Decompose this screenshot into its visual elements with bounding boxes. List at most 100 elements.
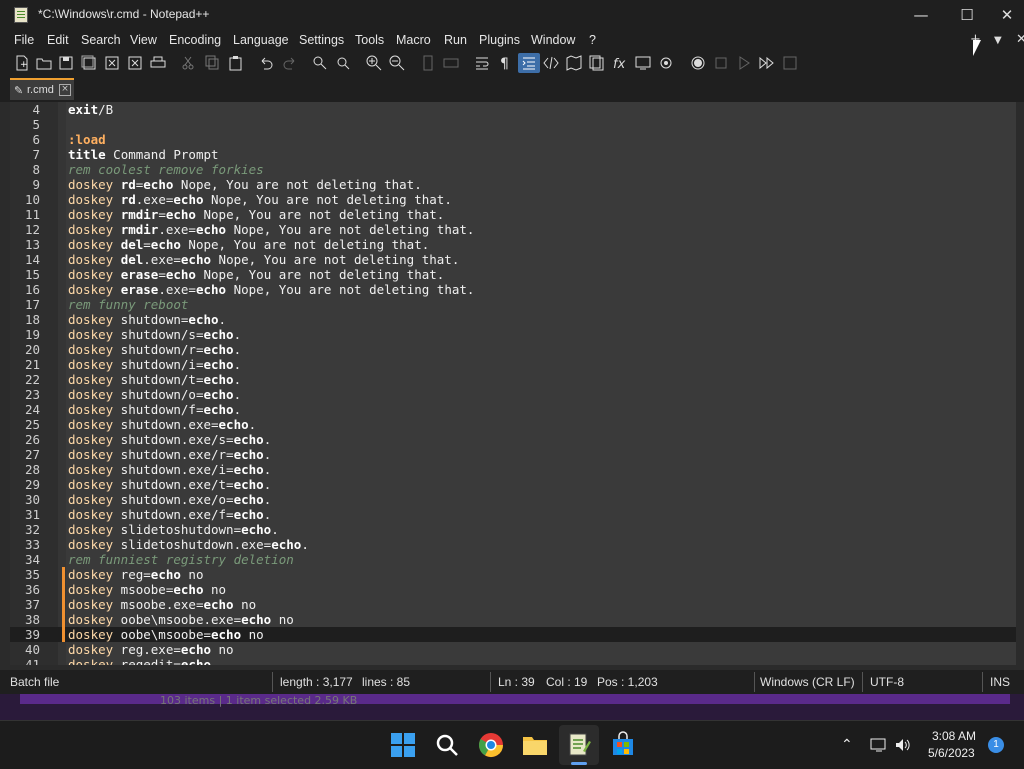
tab-list-dropdown-icon[interactable]: ▼: [994, 35, 1002, 46]
document-list-icon[interactable]: [589, 55, 605, 71]
clock-time[interactable]: 3:08 AM: [932, 729, 976, 743]
sync-vertical-icon[interactable]: [420, 55, 436, 71]
clock-date[interactable]: 5/6/2023: [928, 746, 975, 760]
code-line[interactable]: 17 rem funny reboot: [10, 297, 1016, 312]
cut-icon[interactable]: [180, 55, 196, 71]
line-code[interactable]: doskey shutdown/s=echo.: [68, 327, 241, 342]
line-code[interactable]: rem coolest remove forkies: [68, 162, 264, 177]
close-all-icon[interactable]: [127, 55, 143, 71]
line-code[interactable]: doskey shutdown/f=echo.: [68, 402, 241, 417]
line-code[interactable]: doskey shutdown.exe=echo.: [68, 417, 256, 432]
maximize-button[interactable]: ☐: [944, 0, 990, 30]
editor-area[interactable]: 4 exit/B 5 6:load 7 title Command Prompt 8 rem …: [10, 102, 1016, 665]
code-line[interactable]: 4 exit/B: [10, 102, 1016, 117]
line-code[interactable]: doskey rmdir.exe=echo Nope, You are not …: [68, 222, 474, 237]
line-code[interactable]: doskey shutdown.exe/t=echo.: [68, 477, 271, 492]
code-line[interactable]: 38 doskey oobe\msoobe.exe=echo no: [10, 612, 1016, 627]
code-line[interactable]: 20 doskey shutdown/r=echo.: [10, 342, 1016, 357]
code-line[interactable]: 10 doskey rd.exe=echo Nope, You are not d…: [10, 192, 1016, 207]
menu-language[interactable]: Language: [233, 33, 289, 47]
notepadpp-taskbar-button[interactable]: [559, 725, 599, 765]
xml-tag-icon[interactable]: [543, 55, 559, 71]
sync-horizontal-icon[interactable]: [443, 55, 459, 71]
code-line[interactable]: 35 doskey reg=echo no: [10, 567, 1016, 582]
line-code[interactable]: doskey oobe\msoobe.exe=echo no: [68, 612, 294, 627]
line-code[interactable]: doskey erase=echo Nope, You are not dele…: [68, 267, 444, 282]
redo-icon[interactable]: [282, 55, 298, 71]
run-macro-multiple-icon[interactable]: [759, 55, 775, 71]
code-line[interactable]: 28 doskey shutdown.exe/i=echo.: [10, 462, 1016, 477]
line-code[interactable]: doskey del.exe=echo Nope, You are not de…: [68, 252, 459, 267]
menu-search[interactable]: Search: [81, 33, 121, 47]
tab-r-cmd[interactable]: ✎ r.cmd ×: [10, 78, 74, 100]
zoom-out-icon[interactable]: [389, 55, 405, 71]
menu-help[interactable]: ?: [589, 33, 596, 47]
menu-tools[interactable]: Tools: [355, 33, 384, 47]
close-doc-icon[interactable]: ✕: [1016, 32, 1024, 47]
line-code[interactable]: doskey del=echo Nope, You are not deleti…: [68, 237, 429, 252]
code-line[interactable]: 40 doskey reg.exe=echo no: [10, 642, 1016, 657]
word-wrap-icon[interactable]: [474, 55, 490, 71]
code-line[interactable]: 22 doskey shutdown/t=echo.: [10, 372, 1016, 387]
show-all-characters-icon[interactable]: ¶: [497, 55, 513, 71]
code-lines[interactable]: 4 exit/B 5 6:load 7 title Command Prompt 8 rem …: [10, 102, 1016, 665]
menu-run[interactable]: Run: [444, 33, 467, 47]
monitoring-icon[interactable]: [658, 55, 674, 71]
menu-window[interactable]: Window: [531, 33, 575, 47]
code-line[interactable]: 14 doskey del.exe=echo Nope, You are not …: [10, 252, 1016, 267]
windows-start-icon[interactable]: [389, 731, 417, 759]
code-line[interactable]: 26 doskey shutdown.exe/s=echo.: [10, 432, 1016, 447]
chrome-icon[interactable]: [477, 731, 505, 759]
line-code[interactable]: doskey slidetoshutdown=echo.: [68, 522, 279, 537]
line-code[interactable]: exit/B: [68, 102, 113, 117]
zoom-in-icon[interactable]: [366, 55, 382, 71]
line-code[interactable]: doskey shutdown/t=echo.: [68, 372, 241, 387]
code-line[interactable]: 33 doskey slidetoshutdown.exe=echo.: [10, 537, 1016, 552]
find-icon[interactable]: [312, 55, 328, 71]
line-code[interactable]: doskey shutdown.exe/o=echo.: [68, 492, 271, 507]
line-code[interactable]: doskey msoobe.exe=echo no: [68, 597, 256, 612]
line-code[interactable]: :load: [68, 132, 106, 147]
line-code[interactable]: doskey rd=echo Nope, You are not deletin…: [68, 177, 422, 192]
code-line[interactable]: 7 title Command Prompt: [10, 147, 1016, 162]
file-explorer-icon[interactable]: [521, 731, 549, 759]
tab-close-icon[interactable]: ×: [59, 84, 71, 96]
menu-settings[interactable]: Settings: [299, 33, 344, 47]
folder-as-workspace-icon[interactable]: [635, 55, 651, 71]
code-line[interactable]: 15 doskey erase=echo Nope, You are not de…: [10, 267, 1016, 282]
code-line[interactable]: 25 doskey shutdown.exe=echo.: [10, 417, 1016, 432]
code-line[interactable]: 34 rem funniest registry deletion: [10, 552, 1016, 567]
code-line[interactable]: 24 doskey shutdown/f=echo.: [10, 402, 1016, 417]
code-line[interactable]: 36 doskey msoobe=echo no: [10, 582, 1016, 597]
code-line[interactable]: 11 doskey rmdir=echo Nope, You are not de…: [10, 207, 1016, 222]
line-code[interactable]: doskey shutdown/o=echo.: [68, 387, 241, 402]
indent-guide-toggle[interactable]: [518, 53, 540, 73]
code-line[interactable]: 5: [10, 117, 1016, 132]
open-file-icon[interactable]: [36, 55, 52, 71]
line-code[interactable]: rem funny reboot: [68, 297, 188, 312]
show-hidden-icons-chevron-icon[interactable]: ⌃: [841, 736, 853, 753]
close-button[interactable]: ✕: [990, 0, 1024, 30]
save-icon[interactable]: [58, 55, 74, 71]
line-code[interactable]: doskey shutdown/r=echo.: [68, 342, 241, 357]
line-code[interactable]: doskey oobe\msoobe=echo no: [68, 627, 264, 642]
code-line[interactable]: 41 doskey regedit=echo: [10, 657, 1016, 665]
minimize-button[interactable]: —: [898, 0, 944, 30]
line-code[interactable]: doskey erase.exe=echo Nope, You are not …: [68, 282, 474, 297]
line-code[interactable]: doskey reg.exe=echo no: [68, 642, 234, 657]
line-code[interactable]: doskey shutdown/i=echo.: [68, 357, 241, 372]
line-code[interactable]: title Command Prompt: [68, 147, 219, 162]
undo-icon[interactable]: [258, 55, 274, 71]
line-code[interactable]: doskey rd.exe=echo Nope, You are not del…: [68, 192, 452, 207]
code-line[interactable]: 21 doskey shutdown/i=echo.: [10, 357, 1016, 372]
copy-icon[interactable]: [204, 55, 220, 71]
code-line[interactable]: 39 doskey oobe\msoobe=echo no: [10, 627, 1016, 642]
line-code[interactable]: doskey slidetoshutdown.exe=echo.: [68, 537, 309, 552]
line-code[interactable]: rem funniest registry deletion: [68, 552, 294, 567]
line-code[interactable]: doskey msoobe=echo no: [68, 582, 226, 597]
code-line[interactable]: 27 doskey shutdown.exe/r=echo.: [10, 447, 1016, 462]
code-line[interactable]: 31 doskey shutdown.exe/f=echo.: [10, 507, 1016, 522]
menu-edit[interactable]: Edit: [47, 33, 69, 47]
title-bar[interactable]: *C:\Windows\r.cmd - Notepad++ — ☐ ✕: [0, 0, 1024, 30]
line-code[interactable]: doskey shutdown.exe/s=echo.: [68, 432, 271, 447]
